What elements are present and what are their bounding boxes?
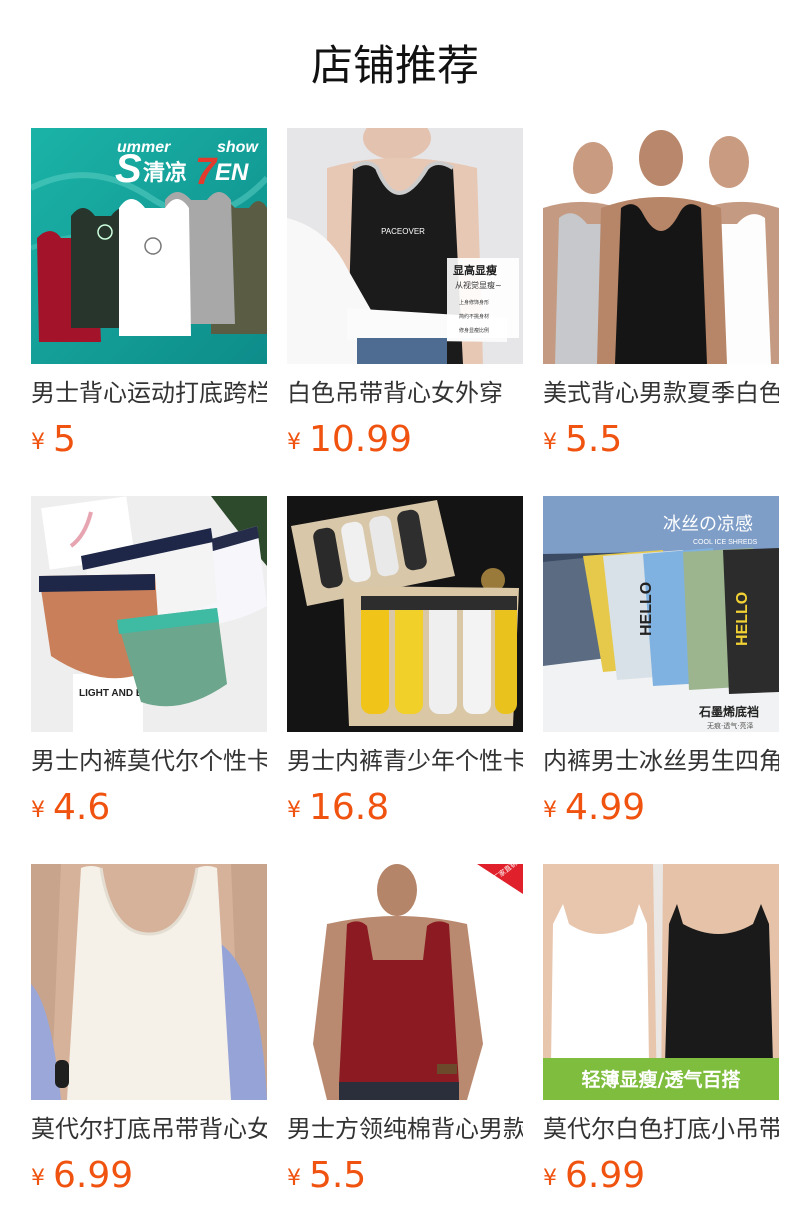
currency-symbol: ¥ (287, 430, 301, 455)
price-value: 5.5 (565, 419, 623, 460)
tag-subtitle: 从视觉显瘦~ (455, 280, 502, 290)
price-value: 4.6 (53, 787, 111, 828)
product-image-camisoles[interactable]: 轻薄显瘦/透气百搭 (543, 864, 779, 1100)
product-image-ice-silk-boxers[interactable]: 冰丝の凉感 COOL ICE SHREDS HELLO HELLO 石墨烯底裆 … (543, 496, 779, 732)
product-price: ¥5 (31, 418, 267, 462)
price-value: 4.99 (565, 787, 646, 828)
product-card[interactable]: ummer show S 清凉 7 EN 男士背心运动打底跨栏 ¥5 (31, 128, 267, 462)
product-image-printed-briefs[interactable]: LIGHT AND BOLD (31, 496, 267, 732)
product-name[interactable]: 美式背心男款夏季白色 (543, 376, 779, 410)
product-price: ¥6.99 (31, 1154, 267, 1198)
banner-cn-text: 清凉 (143, 160, 187, 186)
price-value: 6.99 (565, 1155, 646, 1196)
product-name[interactable]: 男士背心运动打底跨栏 (31, 376, 267, 410)
product-price: ¥16.8 (287, 786, 523, 830)
product-name[interactable]: 莫代尔打底吊带背心女 (31, 1112, 267, 1146)
product-card[interactable]: 冰丝の凉感 COOL ICE SHREDS HELLO HELLO 石墨烯底裆 … (543, 496, 779, 830)
product-price: ¥6.99 (543, 1154, 779, 1198)
image-title: 冰丝の凉感 (663, 514, 753, 535)
image-subtitle: COOL ICE SHREDS (693, 539, 758, 546)
tag-line-1: 上身修饰身形 (459, 299, 489, 306)
waistband-hello-text-2: HELLO (734, 592, 751, 646)
product-card[interactable]: 男士内裤青少年个性卡通 ¥16.8 (287, 496, 523, 830)
product-image-white-ribbed-tank[interactable] (31, 864, 267, 1100)
image-label-sub: 无痕·透气·亮泽 (707, 721, 753, 730)
price-value: 5.5 (309, 1155, 367, 1196)
price-value: 16.8 (309, 787, 390, 828)
currency-symbol: ¥ (543, 1166, 557, 1191)
product-image-womens-black-tank[interactable]: PACEOVER 显高显瘦 从视觉显瘦~ 上身修饰身形 简约不挑身材 修身显瘦比… (287, 128, 523, 364)
section-title: 店铺推荐 (310, 41, 479, 90)
product-card[interactable]: LIGHT AND BOLD 男士内裤莫代尔个性卡通 ¥4.6 (31, 496, 267, 830)
product-name[interactable]: 白色吊带背心女外穿 (287, 376, 523, 410)
tag-line-2: 简约不挑身材 (459, 313, 489, 320)
price-value: 5 (53, 419, 76, 460)
currency-symbol: ¥ (287, 1166, 301, 1191)
product-price: ¥4.6 (31, 786, 267, 830)
tag-title: 显高显瘦 (453, 263, 497, 277)
image-label: 石墨烯底裆 (698, 704, 759, 719)
product-card[interactable]: 莫代尔打底吊带背心女 ¥6.99 (31, 864, 267, 1198)
banner-show-text: show (217, 139, 259, 156)
currency-symbol: ¥ (31, 1166, 45, 1191)
product-card[interactable]: PACEOVER 显高显瘦 从视觉显瘦~ 上身修饰身形 简约不挑身材 修身显瘦比… (287, 128, 523, 462)
price-value: 10.99 (309, 419, 413, 460)
currency-symbol: ¥ (31, 430, 45, 455)
product-name[interactable]: 男士内裤青少年个性卡通 (287, 744, 523, 778)
product-name[interactable]: 男士方领纯棉背心男款 (287, 1112, 523, 1146)
product-name[interactable]: 男士内裤莫代尔个性卡通 (31, 744, 267, 778)
banner-s-letter: S (115, 147, 142, 191)
product-image-boxer-gift-box[interactable] (287, 496, 523, 732)
product-name[interactable]: 内裤男士冰丝男生四角 (543, 744, 779, 778)
currency-symbol: ¥ (543, 430, 557, 455)
product-image-red-square-neck-tank[interactable]: 厂家直销 (287, 864, 523, 1100)
product-price: ¥4.99 (543, 786, 779, 830)
product-card[interactable]: 轻薄显瘦/透气百搭 莫代尔白色打底小吊带 ¥6.99 (543, 864, 779, 1198)
product-card[interactable]: 美式背心男款夏季白色 ¥5.5 (543, 128, 779, 462)
shirt-brand-text: PACEOVER (381, 227, 425, 236)
currency-symbol: ¥ (543, 798, 557, 823)
currency-symbol: ¥ (287, 798, 301, 823)
waistband-hello-text: HELLO (638, 582, 655, 636)
price-value: 6.99 (53, 1155, 134, 1196)
product-image-three-men-tanks[interactable] (543, 128, 779, 364)
banner-text: 轻薄显瘦/透气百搭 (582, 1068, 742, 1091)
product-price: ¥5.5 (543, 418, 779, 462)
banner-en-text: EN (215, 159, 249, 186)
currency-symbol: ¥ (31, 798, 45, 823)
product-card[interactable]: 厂家直销 男士方领纯棉背心男款 ¥5.5 (287, 864, 523, 1198)
product-name[interactable]: 莫代尔白色打底小吊带 (543, 1112, 779, 1146)
product-image-mens-tanks-banner[interactable]: ummer show S 清凉 7 EN (31, 128, 267, 364)
product-price: ¥5.5 (287, 1154, 523, 1198)
product-price: ¥10.99 (287, 418, 523, 462)
tag-line-3: 修身显瘦比例 (459, 327, 489, 334)
